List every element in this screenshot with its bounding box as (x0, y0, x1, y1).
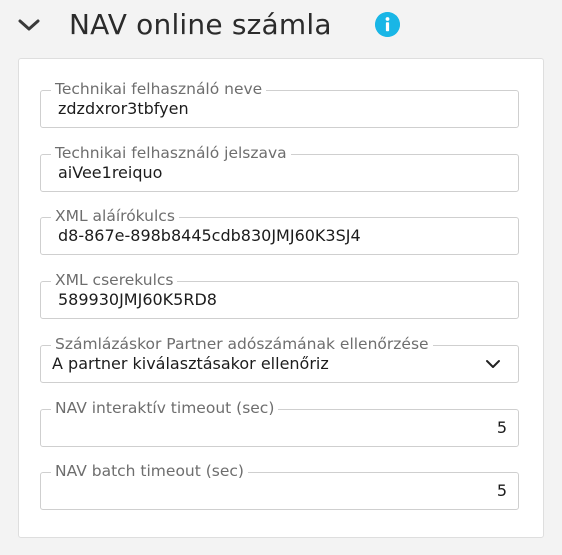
nav-interactive-timeout-input[interactable]: 5 (497, 410, 507, 446)
xml-exchange-key-input[interactable]: 589930JMJ60K5RD8 (58, 282, 217, 318)
settings-panel: Technikai felhasználó neve zdzdxror3tbfy… (18, 58, 544, 538)
xml-signing-key-input[interactable]: d8-867e-898b8445cdb830JMJ60K3SJ4 (58, 218, 361, 254)
section-title: NAV online számla (69, 8, 332, 41)
nav-interactive-timeout-field[interactable]: NAV interaktív timeout (sec) 5 (40, 399, 519, 447)
technical-password-field[interactable]: Technikai felhasználó jelszava aiVee1rei… (40, 144, 519, 192)
nav-batch-timeout-input[interactable]: 5 (497, 473, 507, 509)
technical-username-field[interactable]: Technikai felhasználó neve zdzdxror3tbfy… (40, 80, 519, 128)
nav-batch-timeout-field[interactable]: NAV batch timeout (sec) 5 (40, 462, 519, 510)
info-icon[interactable] (375, 12, 400, 37)
partner-tax-check-value[interactable]: A partner kiválasztásakor ellenőriz (52, 346, 329, 382)
partner-tax-check-select[interactable]: Számlázáskor Partner adószámának ellenőr… (40, 335, 519, 383)
section-header: NAV online számla (0, 0, 562, 50)
chevron-down-icon[interactable] (17, 13, 41, 37)
field-label: NAV interaktív timeout (sec) (51, 399, 279, 417)
technical-password-input[interactable]: aiVee1reiquo (58, 155, 162, 191)
chevron-down-icon[interactable] (485, 357, 501, 371)
technical-username-input[interactable]: zdzdxror3tbfyen (58, 91, 189, 127)
xml-exchange-key-field[interactable]: XML cserekulcs 589930JMJ60K5RD8 (40, 271, 519, 319)
field-label: NAV batch timeout (sec) (51, 462, 248, 480)
xml-signing-key-field[interactable]: XML aláírókulcs d8-867e-898b8445cdb830JM… (40, 207, 519, 255)
